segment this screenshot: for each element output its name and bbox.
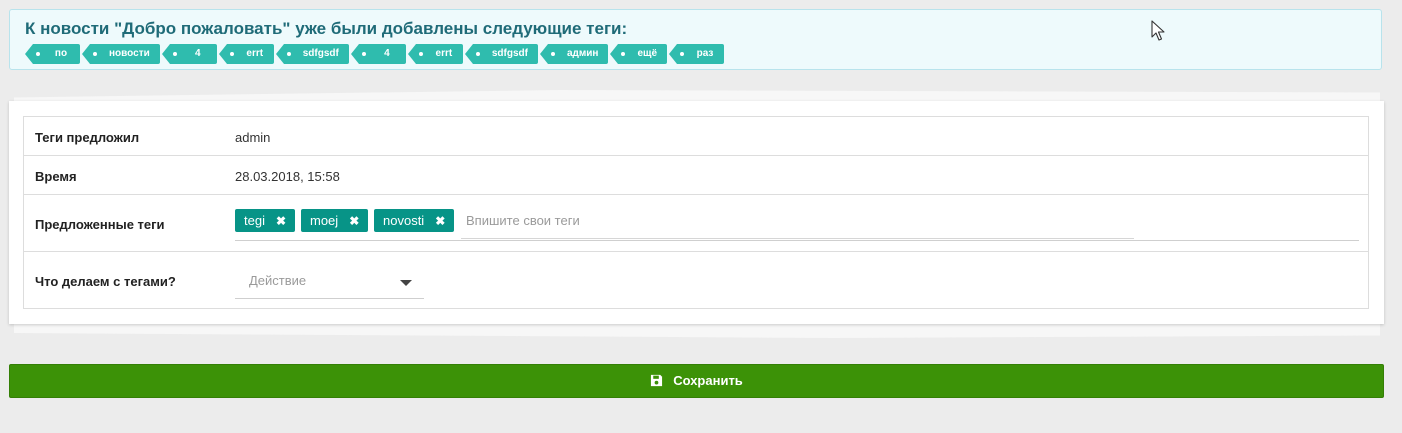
existing-tag: sdfgsdf <box>275 44 349 64</box>
suggestion-details-table: Теги предложил admin Время 28.03.2018, 1… <box>23 116 1369 309</box>
existing-tag: по <box>25 44 80 64</box>
tag-input[interactable] <box>466 209 1133 232</box>
tag-chip-label: novosti <box>383 213 425 228</box>
tag-chip[interactable]: tegi ✖ <box>235 209 296 233</box>
table-row: Теги предложил admin <box>24 117 1368 156</box>
table-row: Что делаем с тегами? Действие <box>24 252 1368 308</box>
tag-suggestion-card: Теги предложил admin Время 28.03.2018, 1… <box>9 101 1384 324</box>
existing-tag: 4 <box>350 44 406 64</box>
close-icon[interactable]: ✖ <box>435 210 445 233</box>
mouse-pointer-icon <box>1151 20 1165 41</box>
existing-tag: ещё <box>610 44 668 64</box>
existing-tag: админ <box>540 44 609 64</box>
existing-tag: 4 <box>161 44 217 64</box>
tag-input-underline <box>461 238 1134 239</box>
existing-tags-alert: К новости "Добро пожаловать" уже были до… <box>9 9 1382 70</box>
alert-title: К новости "Добро пожаловать" уже были до… <box>25 19 628 38</box>
existing-tag: раз <box>669 44 725 64</box>
table-row: Предложенные теги tegi ✖ moej ✖ novosti ✖ <box>24 195 1368 252</box>
existing-tag: errt <box>407 44 463 64</box>
action-label: Что делаем с тегами? <box>35 274 176 289</box>
existing-tags-list: по новости 4 errt sdfgsdf 4 errt sdfgsdf… <box>25 44 725 64</box>
floppy-disk-icon <box>651 374 663 387</box>
close-icon[interactable]: ✖ <box>349 210 359 233</box>
proposed-by-value: admin <box>235 130 271 145</box>
tag-chip[interactable]: novosti ✖ <box>374 209 455 233</box>
suggested-tags-label: Предложенные теги <box>35 217 165 232</box>
action-select-placeholder: Действие <box>249 273 307 288</box>
tag-chip[interactable]: moej ✖ <box>301 209 369 233</box>
tag-chip-label: moej <box>310 213 339 228</box>
existing-tag: новости <box>82 44 160 64</box>
existing-tag: errt <box>218 44 274 64</box>
existing-tag: sdfgsdf <box>464 44 538 64</box>
tag-chip-label: tegi <box>244 213 265 228</box>
save-button[interactable]: Сохранить <box>9 364 1384 398</box>
action-select[interactable]: Действие <box>235 266 424 299</box>
suggested-tags-field[interactable]: tegi ✖ moej ✖ novosti ✖ <box>235 208 1359 241</box>
proposed-by-label: Теги предложил <box>35 130 140 145</box>
close-icon[interactable]: ✖ <box>276 210 286 233</box>
time-value: 28.03.2018, 15:58 <box>235 169 340 184</box>
time-label: Время <box>35 169 77 184</box>
caret-down-icon <box>400 280 412 286</box>
table-row: Время 28.03.2018, 15:58 <box>24 156 1368 195</box>
save-button-label: Сохранить <box>673 373 743 388</box>
